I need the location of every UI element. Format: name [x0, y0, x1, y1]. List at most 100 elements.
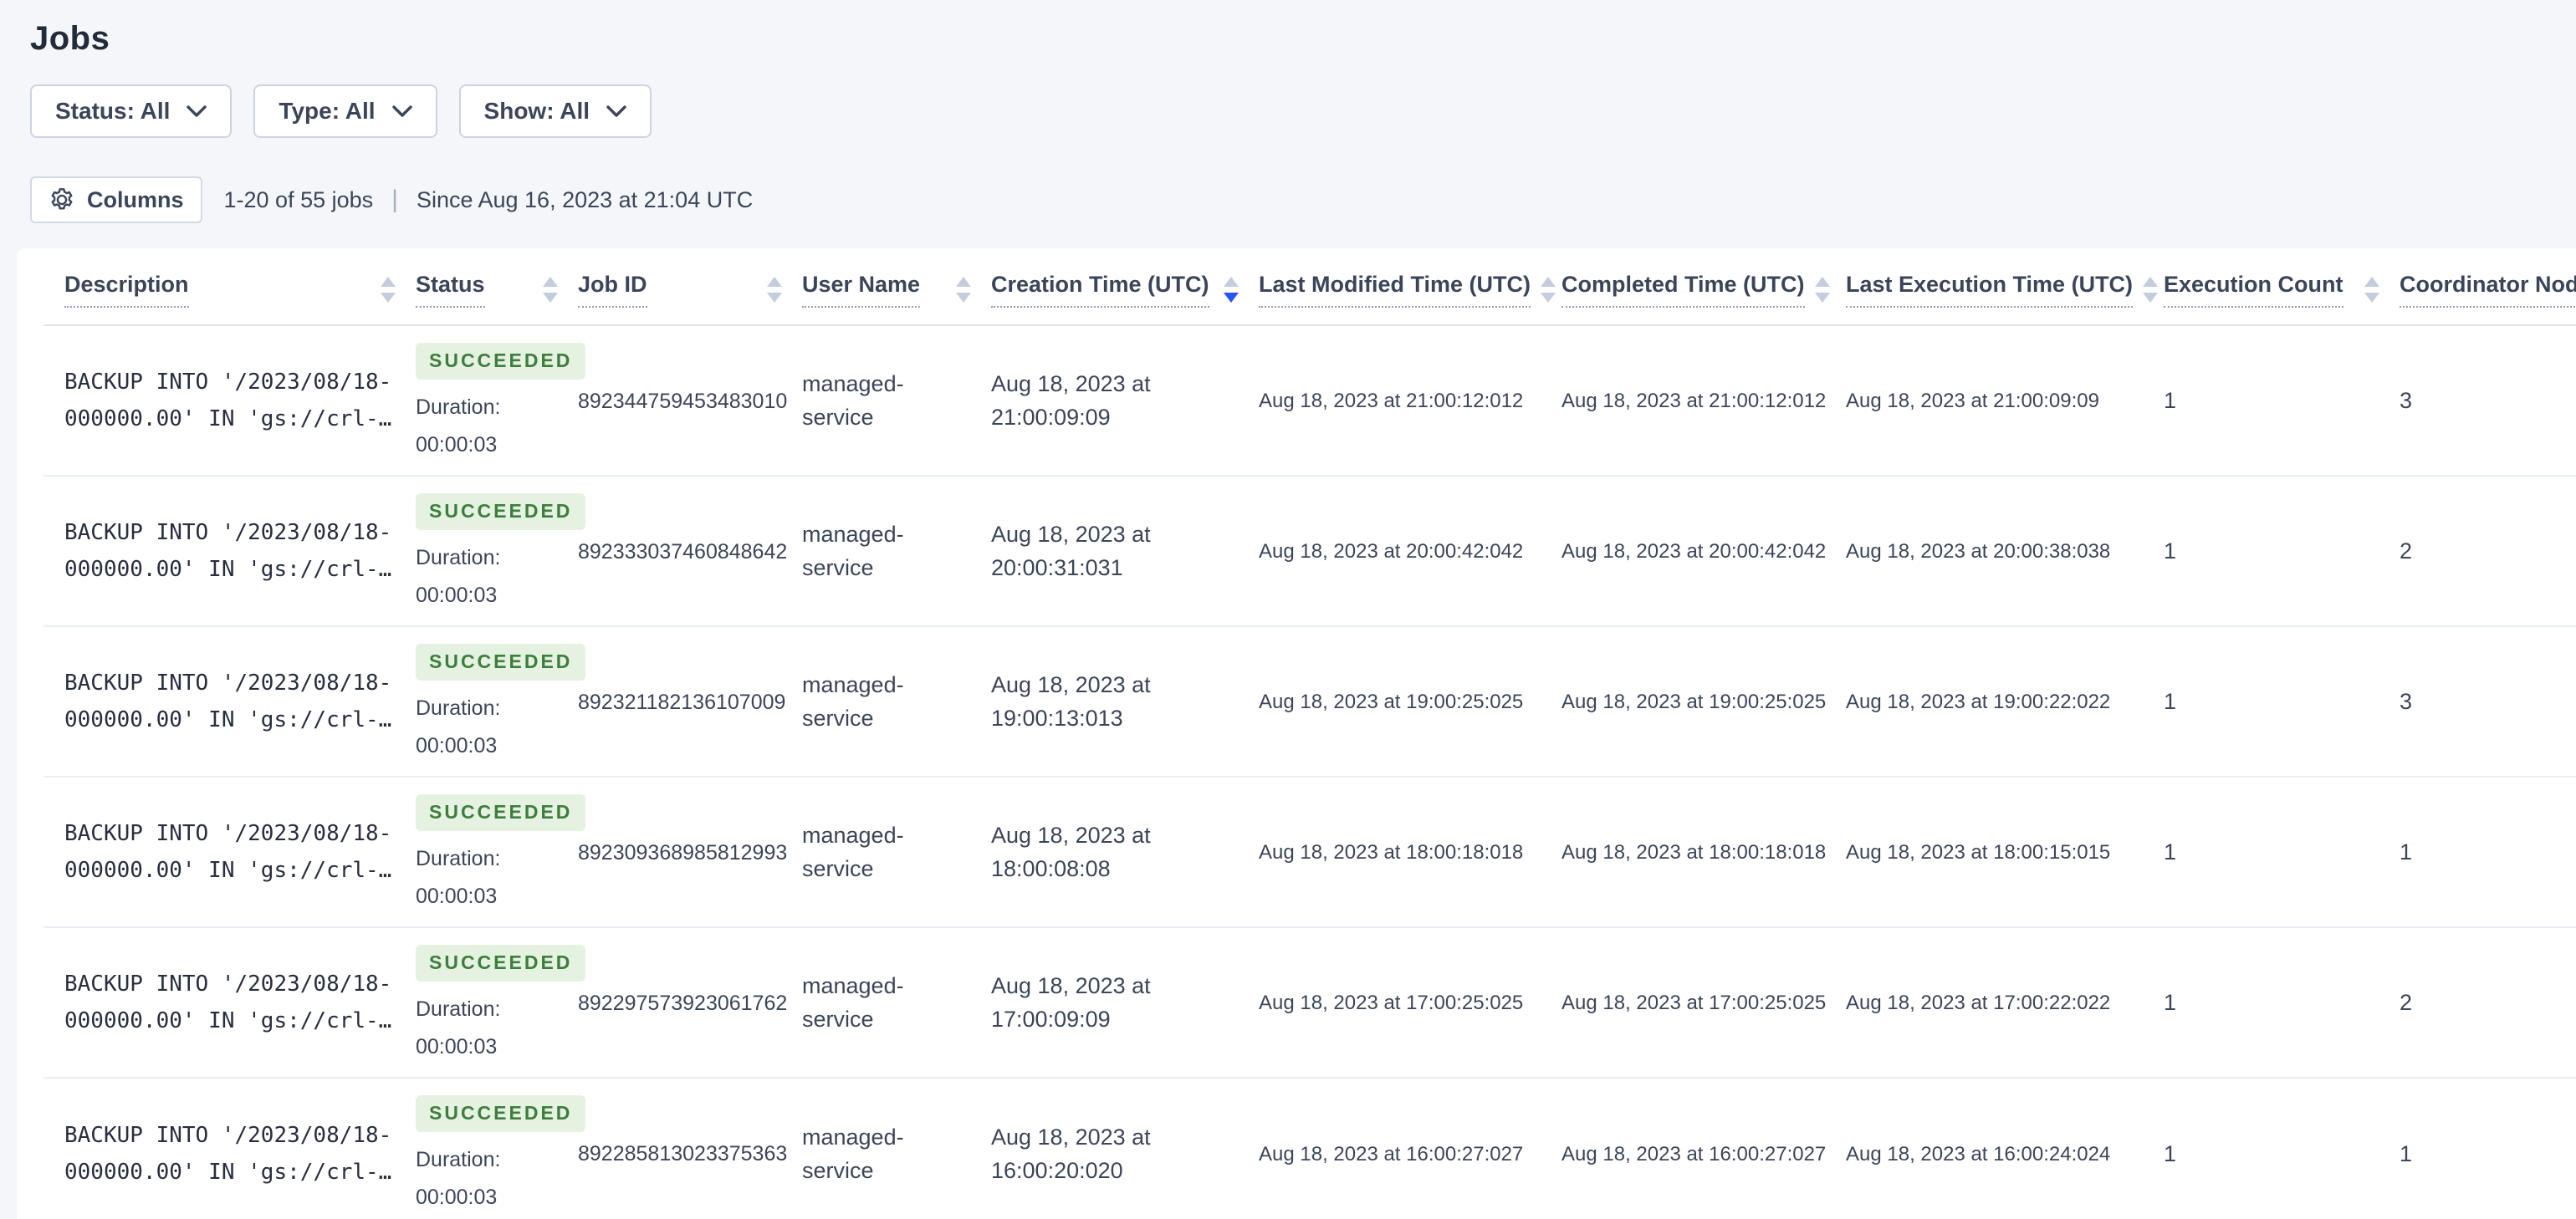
type-filter-label: Type: All [279, 98, 376, 124]
cell-execution-count: 1 [2164, 777, 2400, 929]
cell-last-execution-time: Aug 18, 2023 at 16:00:24:024 [1846, 1078, 2164, 1219]
cell-last-modified-time: Aug 18, 2023 at 21:00:12:012 [1259, 325, 1561, 477]
duration-value: 00:00:03 [416, 885, 498, 909]
cell-user-name: managed-service [802, 325, 991, 477]
column-header-job_id[interactable]: Job ID [578, 248, 802, 326]
sort-descending-icon [1814, 293, 1830, 303]
sort-ascending-icon [956, 277, 971, 287]
column-header-label[interactable]: Coordinator Node [2400, 272, 2576, 308]
column-header-label[interactable]: Completed Time (UTC) [1561, 272, 1805, 308]
page-title: Jobs [30, 20, 110, 57]
sort-arrows [1541, 277, 1556, 303]
status-filter-dropdown[interactable]: Status: All [30, 84, 233, 138]
duration-label: Duration: [416, 846, 501, 870]
sort-ascending-icon [2143, 277, 2159, 287]
column-header-last_execution_time[interactable]: Last Execution Time (UTC) [1846, 248, 2164, 326]
cell-last-execution-time: Aug 18, 2023 at 17:00:22:022 [1846, 927, 2164, 1079]
column-header-execution_count[interactable]: Execution Count [2164, 248, 2400, 326]
duration-value: 00:00:03 [416, 583, 498, 607]
column-header-status[interactable]: Status [416, 248, 578, 326]
cell-completed-time: Aug 18, 2023 at 18:00:18:018 [1561, 777, 1846, 929]
column-header-label[interactable]: Status [416, 272, 485, 308]
cell-user-name: managed-service [802, 626, 991, 778]
cell-job-id: 892321182136107009 [578, 626, 802, 778]
column-header-last_modified_time[interactable]: Last Modified Time (UTC) [1259, 248, 1561, 326]
sort-descending-icon [543, 293, 558, 303]
column-header-coordinator_node[interactable]: Coordinator Node [2400, 248, 2576, 326]
sort-arrows [1224, 277, 1239, 303]
cell-coordinator-node: 1 [2400, 1078, 2576, 1219]
cell-creation-time: Aug 18, 2023 at 17:00:09:09 [991, 927, 1259, 1079]
page-header: Jobs [0, 0, 2576, 58]
duration-value: 00:00:03 [416, 734, 498, 758]
columns-button[interactable]: Columns [30, 176, 202, 223]
table-row: BACKUP INTO '/2023/08/18-000000.00' IN '… [43, 1078, 2576, 1219]
cell-status: SUCCEEDED Duration: 00:00:03 [416, 927, 586, 1079]
cell-last-execution-time: Aug 18, 2023 at 20:00:38:038 [1846, 476, 2164, 628]
sort-arrows [767, 277, 782, 303]
sort-ascending-icon [543, 277, 558, 287]
gear-icon [49, 186, 75, 213]
table-toolbar: Columns 1-20 of 55 jobs | Since Aug 16, … [30, 176, 2576, 223]
cell-last-modified-time: Aug 18, 2023 at 18:00:18:018 [1259, 777, 1561, 929]
sort-ascending-icon [1814, 277, 1830, 287]
duration-label: Duration: [416, 696, 501, 720]
cell-description: BACKUP INTO '/2023/08/18-000000.00' IN '… [43, 325, 416, 477]
table-row: BACKUP INTO '/2023/08/18-000000.00' IN '… [43, 927, 2576, 1079]
cell-job-id: 892333037460848642 [578, 476, 802, 628]
cell-coordinator-node: 2 [2400, 927, 2576, 1079]
filter-bar: Status: All Type: All Show: All [30, 84, 2576, 138]
status-filter-label: Status: All [55, 98, 171, 124]
status-badge: SUCCEEDED [416, 794, 586, 831]
cell-execution-count: 1 [2164, 1078, 2400, 1219]
cell-completed-time: Aug 18, 2023 at 19:00:25:025 [1561, 626, 1846, 778]
cell-status: SUCCEEDED Duration: 00:00:03 [416, 476, 586, 628]
status-badge: SUCCEEDED [416, 644, 586, 681]
table-header-row: Description Status Job ID User Name Crea… [43, 248, 2576, 326]
column-header-user_name[interactable]: User Name [802, 248, 991, 326]
table-row: BACKUP INTO '/2023/08/18-000000.00' IN '… [43, 777, 2576, 929]
column-header-label[interactable]: Last Execution Time (UTC) [1846, 272, 2134, 308]
column-header-label[interactable]: Description [64, 272, 189, 308]
cell-creation-time: Aug 18, 2023 at 21:00:09:09 [991, 325, 1259, 477]
cell-status: SUCCEEDED Duration: 00:00:03 [416, 626, 586, 778]
cell-coordinator-node: 3 [2400, 626, 2576, 778]
jobs-table-panel: Description Status Job ID User Name Crea… [17, 248, 2576, 1219]
cell-description: BACKUP INTO '/2023/08/18-000000.00' IN '… [43, 927, 416, 1079]
columns-button-label: Columns [87, 186, 184, 212]
cell-completed-time: Aug 18, 2023 at 20:00:42:042 [1561, 476, 1846, 628]
column-header-creation_time[interactable]: Creation Time (UTC) [991, 248, 1259, 326]
type-filter-dropdown[interactable]: Type: All [253, 84, 437, 138]
cell-completed-time: Aug 18, 2023 at 21:00:12:012 [1561, 325, 1846, 477]
column-header-label[interactable]: Creation Time (UTC) [991, 272, 1209, 308]
cell-execution-count: 1 [2164, 626, 2400, 778]
cell-status: SUCCEEDED Duration: 00:00:03 [416, 777, 586, 929]
column-header-completed_time[interactable]: Completed Time (UTC) [1561, 248, 1846, 326]
sort-descending-icon [767, 293, 782, 303]
cell-creation-time: Aug 18, 2023 at 19:00:13:013 [991, 626, 1259, 778]
cell-creation-time: Aug 18, 2023 at 18:00:08:08 [991, 777, 1259, 929]
cell-completed-time: Aug 18, 2023 at 17:00:25:025 [1561, 927, 1846, 1079]
cell-coordinator-node: 2 [2400, 476, 2576, 628]
status-badge: SUCCEEDED [416, 945, 586, 982]
sort-arrows [543, 277, 558, 303]
sort-descending-icon [2143, 293, 2159, 303]
cell-description: BACKUP INTO '/2023/08/18-000000.00' IN '… [43, 777, 416, 929]
sort-ascending-icon [1224, 277, 1239, 287]
column-header-label[interactable]: Execution Count [2164, 272, 2343, 308]
cell-last-execution-time: Aug 18, 2023 at 21:00:09:09 [1846, 325, 2164, 477]
cell-user-name: managed-service [802, 777, 991, 929]
column-header-description[interactable]: Description [43, 248, 416, 326]
separator: | [391, 186, 398, 213]
cell-execution-count: 1 [2164, 476, 2400, 628]
show-filter-dropdown[interactable]: Show: All [458, 84, 652, 138]
cell-creation-time: Aug 18, 2023 at 20:00:31:031 [991, 476, 1259, 628]
column-header-label[interactable]: Job ID [578, 272, 647, 308]
column-header-label[interactable]: Last Modified Time (UTC) [1259, 272, 1531, 308]
table-row: BACKUP INTO '/2023/08/18-000000.00' IN '… [43, 476, 2576, 628]
cell-user-name: managed-service [802, 476, 991, 628]
cell-coordinator-node: 3 [2400, 325, 2576, 477]
column-header-label[interactable]: User Name [802, 272, 921, 308]
sort-descending-icon [1541, 293, 1556, 303]
cell-execution-count: 1 [2164, 325, 2400, 477]
